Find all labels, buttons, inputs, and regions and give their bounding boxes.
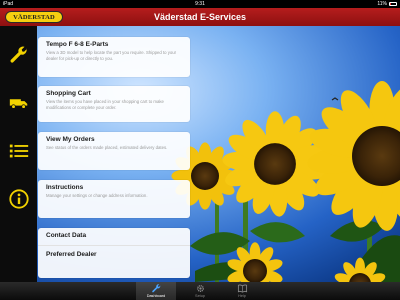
menu-item-title: View My Orders	[46, 136, 95, 143]
menu-item-shopping-cart[interactable]: Shopping Cart View the items you have pl…	[38, 86, 190, 122]
menu-item-description: See status of the orders made placed, es…	[46, 145, 168, 150]
clock: 9:31	[195, 1, 205, 7]
battery-status: 11%	[377, 0, 397, 8]
shopping-cart-icon-button[interactable]	[0, 79, 37, 125]
book-icon	[237, 284, 247, 293]
menu-item-description: View the items you have placed in your s…	[46, 99, 164, 110]
menu-icon-column	[0, 26, 37, 282]
menu-item-description: Manage your settings or change address i…	[46, 193, 148, 198]
tab-label: Help	[238, 294, 246, 298]
battery-percent: 11%	[377, 1, 387, 7]
tab-setup[interactable]: Setup	[180, 282, 220, 300]
menu-item-e-parts[interactable]: Tempo F 6-8 E-Parts View a 3D model to h…	[38, 37, 190, 77]
e-parts-icon-button[interactable]	[0, 32, 37, 78]
status-bar: iPad 9:31 11%	[0, 0, 400, 8]
contact-data-link[interactable]: Contact Data	[46, 232, 184, 240]
wrench-icon	[151, 284, 160, 293]
app-header: VÄDERSTAD Väderstad E-Services	[0, 8, 400, 26]
page-title: Väderstad E-Services	[153, 12, 247, 22]
list-icon	[9, 144, 28, 158]
divider	[38, 245, 190, 246]
tab-dashboard[interactable]: Dashboard	[136, 282, 176, 300]
tab-help[interactable]: Help	[222, 282, 262, 300]
menu-item-description: View a 3D model to help locate the part …	[46, 50, 177, 61]
tab-label: Dashboard	[146, 294, 166, 298]
wrench-icon	[9, 46, 27, 63]
menu-item-title: Shopping Cart	[46, 90, 91, 97]
orders-icon-button[interactable]	[0, 128, 37, 174]
truck-icon	[9, 99, 27, 109]
menu-item-view-my-orders[interactable]: View My Orders See status of the orders …	[38, 132, 190, 170]
gear-icon	[196, 285, 204, 292]
preferred-dealer-link[interactable]: Preferred Dealer	[46, 251, 184, 259]
tab-label: Setup	[195, 294, 205, 298]
menu-item-title: Instructions	[46, 184, 84, 191]
tab-bar: Dashboard Setup Help	[0, 282, 400, 300]
menu-item-title: Tempo F 6-8 E-Parts	[46, 41, 109, 48]
contact-links-card: Contact Data Preferred Dealer	[38, 228, 190, 278]
instructions-icon-button[interactable]	[0, 176, 37, 222]
info-icon	[8, 189, 29, 209]
battery-icon	[389, 2, 397, 6]
menu-item-instructions[interactable]: Instructions Manage your settings or cha…	[38, 180, 190, 218]
